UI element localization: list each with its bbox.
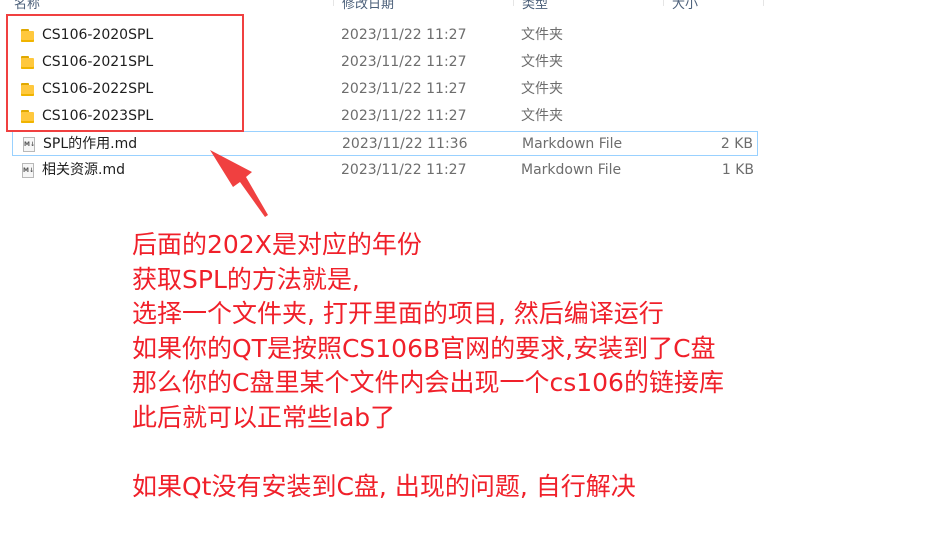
- annotation-spacer: [132, 435, 932, 470]
- annotation-line: 此后就可以正常些lab了: [132, 402, 396, 432]
- annotation-text: 后面的202X是对应的年份 获取SPL的方法就是, 选择一个文件夹, 打开里面的项目…: [132, 228, 932, 504]
- annotation-line: 如果你的QT是按照CS106B官网的要求,安装到了C盘: [132, 333, 716, 363]
- annotation-line: 获取SPL的方法就是,: [132, 264, 360, 294]
- annotation-line: 那么你的C盘里某个文件内会出现一个cs106的链接库: [132, 368, 724, 397]
- annotation-line: 选择一个文件夹, 打开里面的项目, 然后编译运行: [132, 299, 664, 328]
- annotation-line: 后面的202X是对应的年份: [132, 230, 422, 259]
- annotation-line: 如果Qt没有安装到C盘, 出现的问题, 自行解决: [132, 471, 636, 501]
- file-explorer-view: 名称 修改日期 类型 大小 CS106-2020SPL 2023/11/22 11…: [0, 0, 944, 554]
